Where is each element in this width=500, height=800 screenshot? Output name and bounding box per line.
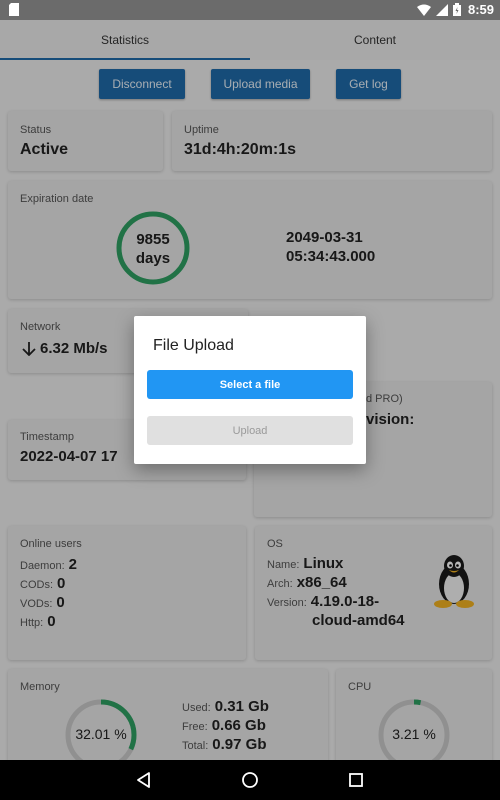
select-file-button[interactable]: Select a file [147,370,353,399]
navigation-bar [0,760,500,800]
recents-icon[interactable] [346,770,366,790]
home-icon[interactable] [240,770,260,790]
sd-card-icon [9,3,19,16]
wifi-icon [416,4,431,16]
clock: 8:59 [467,2,494,17]
status-bar: 8:59 [0,0,500,20]
signal-icon [435,3,448,16]
file-upload-dialog: File Upload Select a file Upload [134,316,366,464]
upload-button[interactable]: Upload [147,416,353,445]
back-icon[interactable] [134,770,154,790]
battery-icon [452,3,461,16]
dialog-title: File Upload [153,337,234,354]
